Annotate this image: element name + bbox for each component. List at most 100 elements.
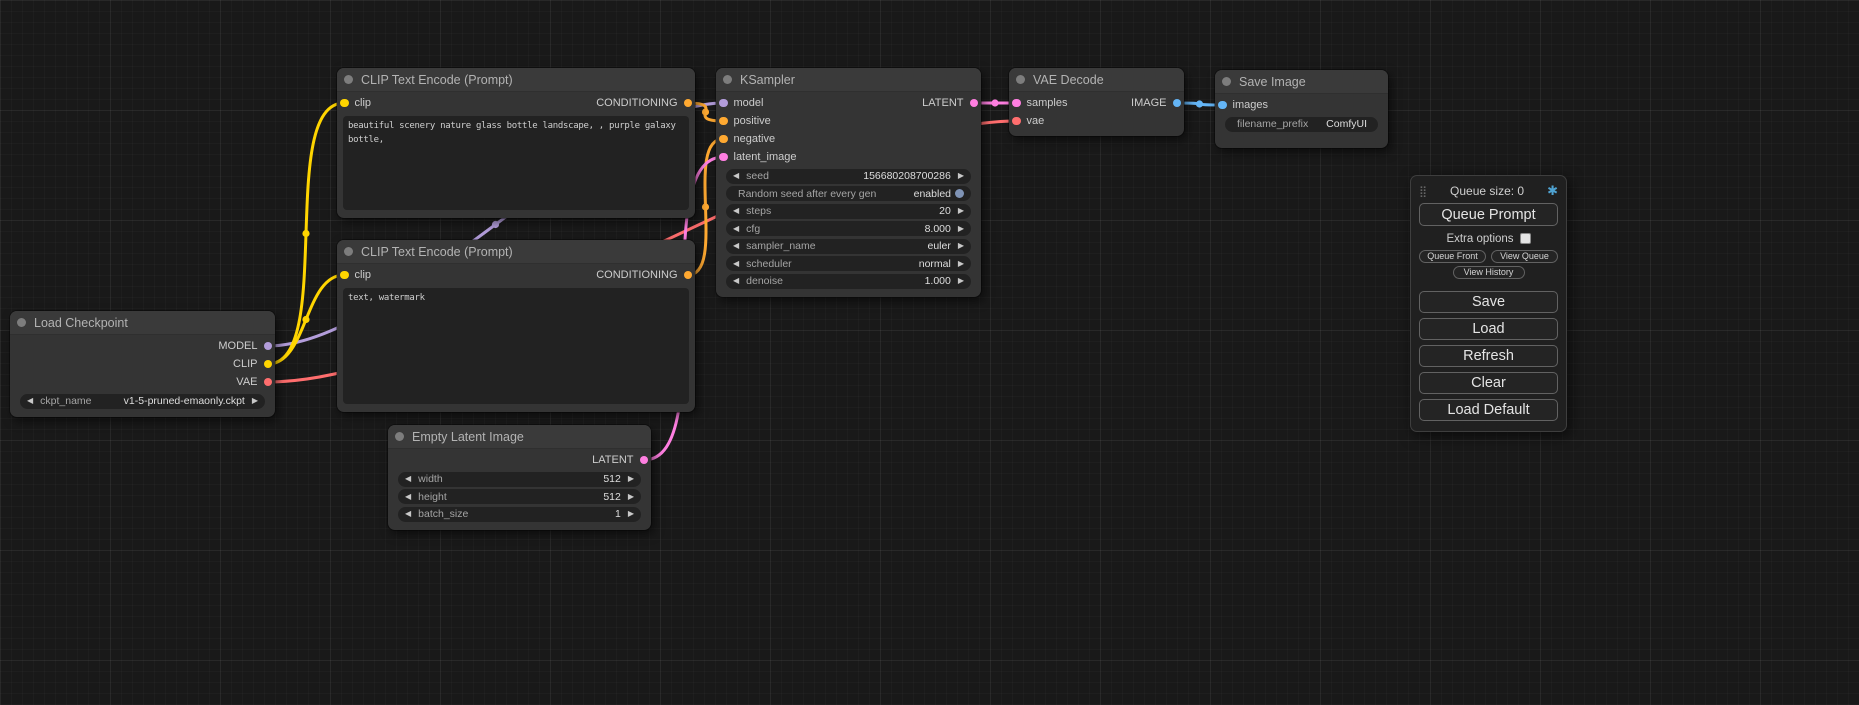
input-slot-model[interactable]: model: [719, 97, 763, 109]
clear-button[interactable]: Clear: [1419, 372, 1558, 394]
slot-dot[interactable]: [1012, 99, 1021, 108]
decrement-arrow-icon[interactable]: ◀: [405, 493, 411, 501]
queue-front-button[interactable]: Queue Front: [1419, 250, 1486, 263]
slot-dot[interactable]: [719, 117, 728, 126]
output-slot-latent[interactable]: LATENT: [922, 97, 978, 109]
widget-width[interactable]: ◀ width 512 ▶: [398, 472, 641, 487]
input-slot-images[interactable]: images: [1218, 99, 1268, 111]
decrement-arrow-icon[interactable]: ◀: [733, 277, 739, 285]
next-arrow-icon[interactable]: ▶: [252, 397, 258, 405]
increment-arrow-icon[interactable]: ▶: [628, 510, 634, 518]
node-load-checkpoint[interactable]: Load Checkpoint MODEL CLIP VAE: [10, 311, 275, 417]
input-slot-clip[interactable]: clip: [340, 269, 371, 281]
output-slot-model[interactable]: MODEL: [218, 340, 272, 352]
input-slot-latent-image[interactable]: latent_image: [719, 151, 797, 163]
output-slot-conditioning[interactable]: CONDITIONING: [596, 97, 692, 109]
widget-height[interactable]: ◀ height 512 ▶: [398, 489, 641, 504]
widget-denoise[interactable]: ◀ denoise 1.000 ▶: [726, 274, 971, 289]
increment-arrow-icon[interactable]: ▶: [958, 225, 964, 233]
decrement-arrow-icon[interactable]: ◀: [733, 225, 739, 233]
node-header[interactable]: VAE Decode: [1009, 68, 1184, 92]
next-arrow-icon[interactable]: ▶: [958, 260, 964, 268]
node-save-image[interactable]: Save Image images filename_prefix ComfyU…: [1215, 70, 1388, 148]
widget-random-seed-toggle[interactable]: Random seed after every gen enabled: [726, 186, 971, 201]
decrement-arrow-icon[interactable]: ◀: [733, 172, 739, 180]
view-history-button[interactable]: View History: [1453, 266, 1525, 279]
slot-dot[interactable]: [719, 135, 728, 144]
widget-batch-size[interactable]: ◀ batch_size 1 ▶: [398, 507, 641, 522]
slot-dot[interactable]: [264, 360, 273, 369]
node-header[interactable]: CLIP Text Encode (Prompt): [337, 68, 695, 92]
slot-dot[interactable]: [1173, 99, 1182, 108]
increment-arrow-icon[interactable]: ▶: [958, 172, 964, 180]
node-clip-text-encode-negative[interactable]: CLIP Text Encode (Prompt) clip CONDITION…: [337, 240, 695, 412]
node-ksampler[interactable]: KSampler model LATENT positive: [716, 68, 981, 297]
output-slot-clip[interactable]: CLIP: [233, 358, 272, 370]
collapse-dot-icon[interactable]: [344, 247, 353, 256]
drag-handle-icon[interactable]: ⣿: [1419, 185, 1427, 198]
node-header[interactable]: Save Image: [1215, 70, 1388, 94]
node-clip-text-encode-positive[interactable]: CLIP Text Encode (Prompt) clip CONDITION…: [337, 68, 695, 218]
widget-steps[interactable]: ◀ steps 20 ▶: [726, 204, 971, 219]
slot-dot[interactable]: [340, 271, 349, 280]
slot-dot[interactable]: [264, 378, 273, 387]
widget-ckpt-name[interactable]: ◀ ckpt_name v1-5-pruned-emaonly.ckpt ▶: [20, 394, 265, 409]
slot-dot[interactable]: [684, 271, 693, 280]
slot-dot[interactable]: [684, 99, 693, 108]
prompt-textarea[interactable]: beautiful scenery nature glass bottle la…: [343, 116, 689, 210]
widget-seed[interactable]: ◀ seed 156680208700286 ▶: [726, 169, 971, 184]
load-button[interactable]: Load: [1419, 318, 1558, 340]
increment-arrow-icon[interactable]: ▶: [628, 475, 634, 483]
input-slot-positive[interactable]: positive: [719, 115, 771, 127]
refresh-button[interactable]: Refresh: [1419, 345, 1558, 367]
collapse-dot-icon[interactable]: [395, 432, 404, 441]
widget-filename-prefix[interactable]: filename_prefix ComfyUI: [1225, 117, 1378, 132]
node-vae-decode[interactable]: VAE Decode samples IMAGE vae: [1009, 68, 1184, 136]
slot-dot[interactable]: [264, 342, 273, 351]
increment-arrow-icon[interactable]: ▶: [628, 493, 634, 501]
prompt-textarea[interactable]: text, watermark: [343, 288, 689, 404]
collapse-dot-icon[interactable]: [1222, 77, 1231, 86]
toggle-dot-icon[interactable]: [955, 189, 964, 198]
load-default-button[interactable]: Load Default: [1419, 399, 1558, 421]
slot-dot[interactable]: [340, 99, 349, 108]
decrement-arrow-icon[interactable]: ◀: [405, 475, 411, 483]
node-header[interactable]: Load Checkpoint: [10, 311, 275, 335]
widget-scheduler[interactable]: ◀ scheduler normal ▶: [726, 256, 971, 271]
input-slot-vae[interactable]: vae: [1012, 115, 1044, 127]
widget-sampler-name[interactable]: ◀ sampler_name euler ▶: [726, 239, 971, 254]
collapse-dot-icon[interactable]: [17, 318, 26, 327]
queue-menu-panel[interactable]: ⣿ Queue size: 0 ✱ Queue Prompt Extra opt…: [1410, 175, 1567, 432]
decrement-arrow-icon[interactable]: ◀: [405, 510, 411, 518]
view-queue-button[interactable]: View Queue: [1491, 250, 1558, 263]
decrement-arrow-icon[interactable]: ◀: [733, 207, 739, 215]
widget-cfg[interactable]: ◀ cfg 8.000 ▶: [726, 221, 971, 236]
slot-dot[interactable]: [719, 153, 728, 162]
node-header[interactable]: Empty Latent Image: [388, 425, 651, 449]
output-slot-latent[interactable]: LATENT: [592, 454, 648, 466]
prev-arrow-icon[interactable]: ◀: [733, 260, 739, 268]
increment-arrow-icon[interactable]: ▶: [958, 207, 964, 215]
node-graph-canvas[interactable]: Load Checkpoint MODEL CLIP VAE: [0, 0, 1859, 705]
prev-arrow-icon[interactable]: ◀: [27, 397, 33, 405]
slot-dot[interactable]: [640, 456, 649, 465]
node-header[interactable]: CLIP Text Encode (Prompt): [337, 240, 695, 264]
slot-dot[interactable]: [1012, 117, 1021, 126]
collapse-dot-icon[interactable]: [344, 75, 353, 84]
slot-dot[interactable]: [970, 99, 979, 108]
input-slot-clip[interactable]: clip: [340, 97, 371, 109]
save-button[interactable]: Save: [1419, 291, 1558, 313]
slot-dot[interactable]: [719, 99, 728, 108]
queue-prompt-button[interactable]: Queue Prompt: [1419, 203, 1558, 226]
next-arrow-icon[interactable]: ▶: [958, 242, 964, 250]
extra-options-checkbox[interactable]: [1520, 233, 1531, 244]
output-slot-image[interactable]: IMAGE: [1131, 97, 1181, 109]
collapse-dot-icon[interactable]: [1016, 75, 1025, 84]
settings-icon[interactable]: ✱: [1547, 183, 1558, 199]
slot-dot[interactable]: [1218, 101, 1227, 110]
prev-arrow-icon[interactable]: ◀: [733, 242, 739, 250]
node-header[interactable]: KSampler: [716, 68, 981, 92]
collapse-dot-icon[interactable]: [723, 75, 732, 84]
increment-arrow-icon[interactable]: ▶: [958, 277, 964, 285]
input-slot-samples[interactable]: samples: [1012, 97, 1067, 109]
